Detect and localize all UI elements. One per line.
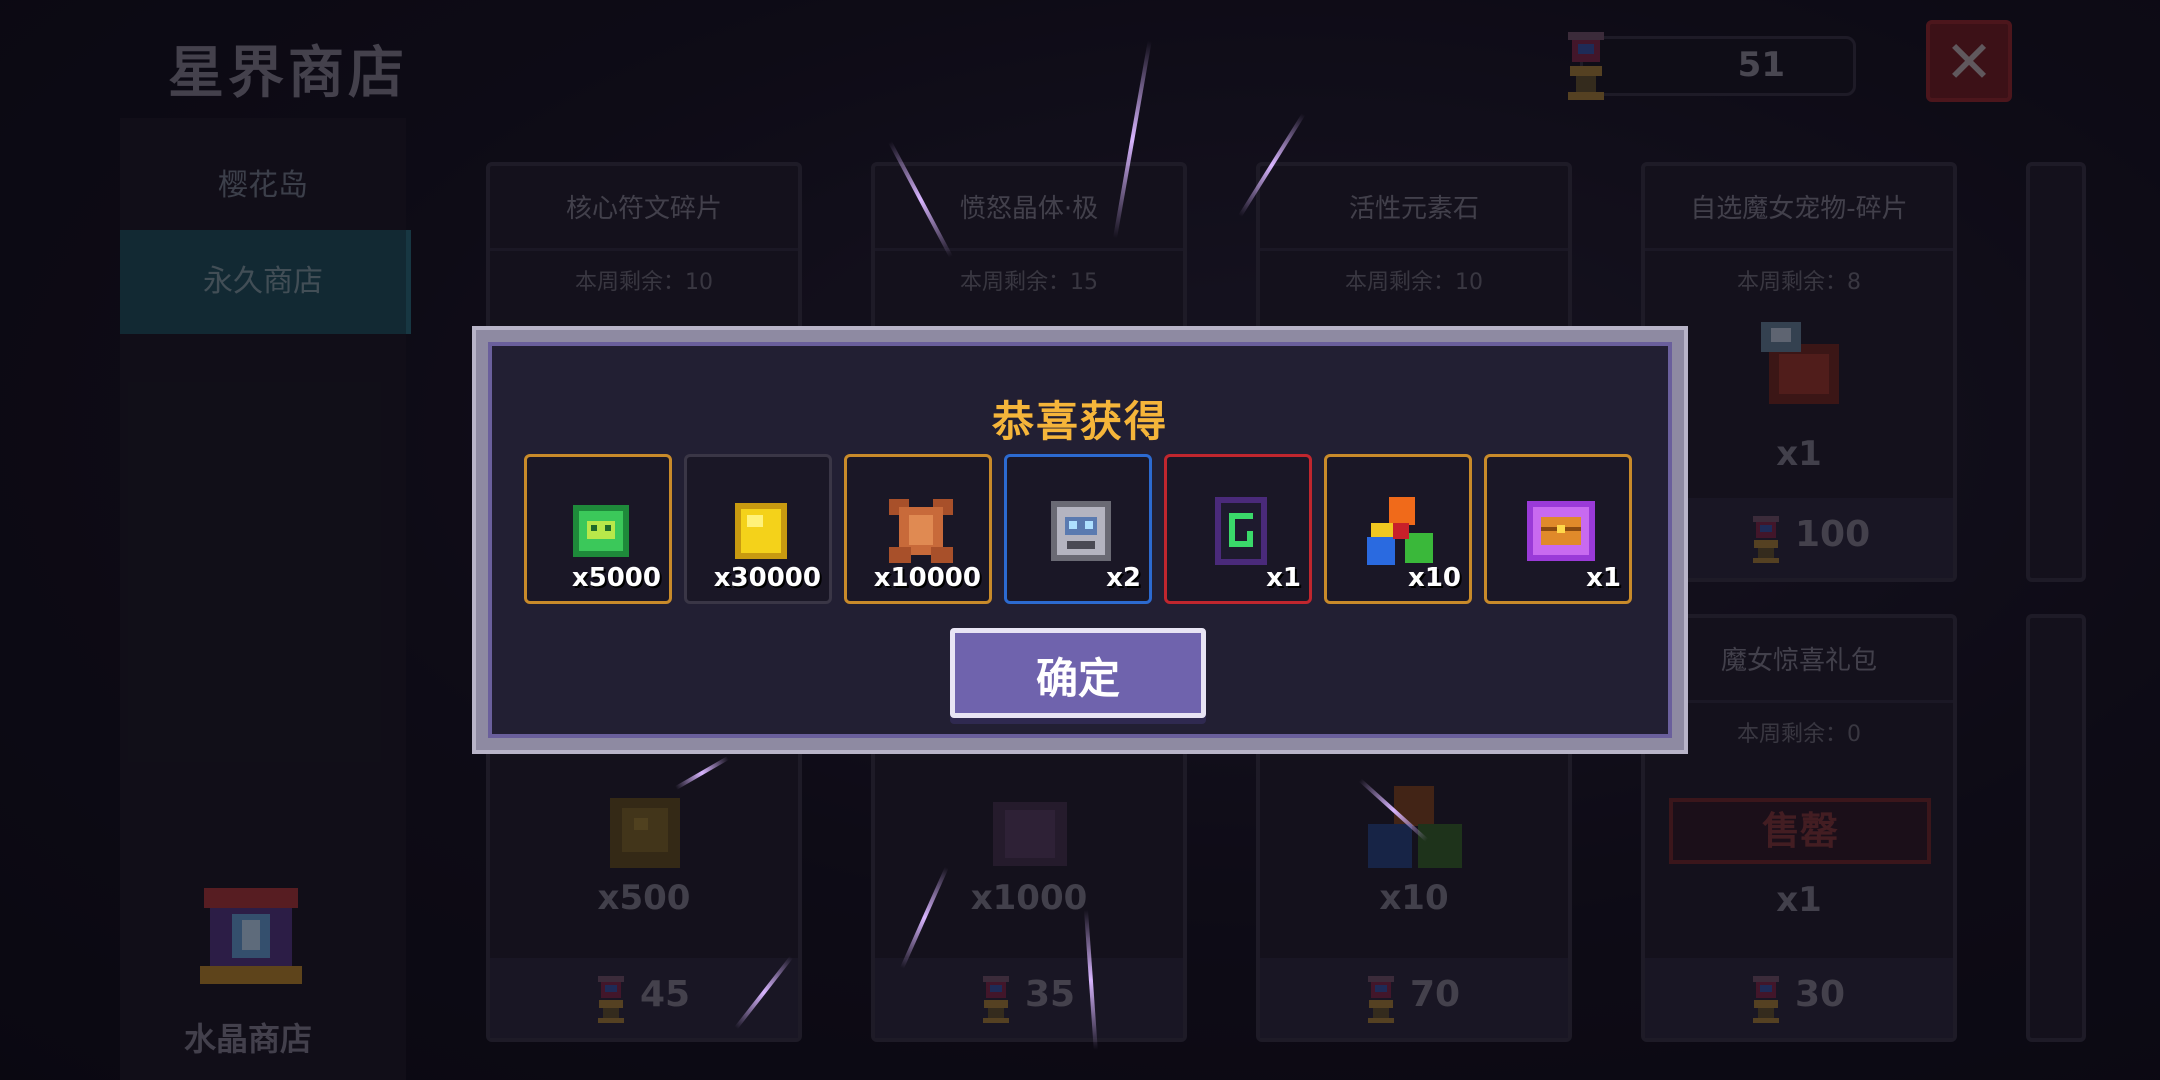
purple-chest-orb-icon	[1527, 501, 1595, 561]
reward-count: x5000	[571, 563, 661, 593]
gold-ore-icon	[610, 798, 680, 868]
card-remain: 本周剩余：8	[1737, 270, 1861, 295]
reward-slot-4[interactable]: x2	[1004, 454, 1152, 604]
card-name: 自选魔女宠物-碎片	[1690, 194, 1908, 224]
reward-slot-2[interactable]: x30000	[684, 454, 832, 604]
confirm-button-label: 确定	[1035, 654, 1120, 703]
elemental-gems-icon	[1367, 497, 1433, 565]
card-divider	[1645, 700, 1953, 703]
reward-slot-5[interactable]: x1	[1164, 454, 1312, 604]
card-name: 魔女惊喜礼包	[1720, 646, 1877, 676]
sidebar-item-permanent-shop[interactable]: 永久商店	[120, 230, 411, 334]
card-remain: 本周剩余：10	[1345, 270, 1483, 295]
card-price-bar[interactable]: 70	[1260, 958, 1568, 1038]
card-name: 活性元素石	[1348, 194, 1479, 224]
green-cat-coin-icon	[573, 505, 629, 557]
shop-card-witch-gift-pack[interactable]: 魔女惊喜礼包 本周剩余：0 售罄 x1 30	[1641, 614, 1957, 1042]
witch-pet-icon	[1761, 322, 1839, 404]
crystal-currency-icon	[1753, 976, 1779, 1023]
sidebar-item-sakura-island[interactable]: 樱花岛	[120, 134, 406, 238]
card-price: 70	[1410, 974, 1461, 1015]
currency-display: 51	[1580, 36, 1856, 96]
reward-count: x10000	[873, 563, 981, 593]
card-price: 30	[1795, 974, 1846, 1015]
card-divider	[490, 248, 798, 251]
card-remain: 本周剩余：0	[1737, 722, 1861, 747]
reward-count: x30000	[713, 563, 821, 593]
page-title: 星界商店	[168, 41, 408, 106]
gold-coin-icon	[735, 503, 787, 559]
card-price: 45	[640, 974, 691, 1015]
reward-count: x10	[1408, 563, 1461, 593]
card-price: 100	[1795, 514, 1871, 555]
crystal-shop-label: 水晶商店	[183, 1020, 312, 1058]
card-divider	[1645, 248, 1953, 251]
card-name: 核心符文碎片	[565, 194, 722, 224]
reward-modal-title: 恭喜获得	[991, 397, 1168, 446]
crystal-shop-icon	[200, 888, 302, 984]
crystal-shop-button[interactable]: 水晶商店	[168, 880, 328, 1060]
reward-slot-1[interactable]: x5000	[524, 454, 672, 604]
leather-hide-icon	[889, 499, 953, 563]
reward-count: x1	[1586, 563, 1621, 593]
reward-count: x1	[1266, 563, 1301, 593]
currency-value: 51	[1737, 45, 1785, 85]
card-price-bar[interactable]: 45	[490, 958, 798, 1038]
card-quantity: x10	[1379, 878, 1449, 918]
close-button[interactable]: ✕	[1926, 20, 2012, 102]
card-quantity: x500	[597, 878, 691, 918]
reward-slot-6[interactable]: x10	[1324, 454, 1472, 604]
card-price-bar[interactable]: 100	[1645, 498, 1953, 578]
reward-count: x2	[1106, 563, 1141, 593]
card-quantity: x1	[1776, 434, 1822, 474]
shop-card-partial[interactable]	[2026, 162, 2086, 582]
card-quantity: x1000	[970, 878, 1088, 918]
sold-out-badge: 售罄	[1669, 798, 1931, 864]
card-remain: 本周剩余：10	[575, 270, 713, 295]
crystal-currency-icon	[1568, 32, 1604, 100]
reward-slot-3[interactable]: x10000	[844, 454, 992, 604]
crystal-currency-icon	[1753, 516, 1779, 563]
crystal-currency-icon	[1368, 976, 1394, 1023]
card-price-bar[interactable]: 30	[1645, 958, 1953, 1038]
card-divider	[1260, 248, 1568, 251]
reward-slot-7[interactable]: x1	[1484, 454, 1632, 604]
card-divider	[875, 248, 1183, 251]
card-quantity: x1	[1776, 880, 1822, 920]
crystal-currency-icon	[598, 976, 624, 1023]
confirm-button[interactable]: 确定	[950, 628, 1206, 718]
crystal-currency-icon	[983, 976, 1009, 1023]
purple-crystal-icon	[993, 802, 1067, 866]
close-icon: ✕	[1944, 28, 1994, 96]
robot-orb-icon	[1051, 501, 1111, 561]
card-price-bar[interactable]: 35	[875, 958, 1183, 1038]
card-price: 35	[1025, 974, 1076, 1015]
shop-card-witch-pet-shard[interactable]: 自选魔女宠物-碎片 本周剩余：8 x1 100	[1641, 162, 1957, 582]
card-remain: 本周剩余：15	[960, 270, 1098, 295]
green-rune-card-icon	[1215, 497, 1267, 565]
shop-card-partial[interactable]	[2026, 614, 2086, 1042]
